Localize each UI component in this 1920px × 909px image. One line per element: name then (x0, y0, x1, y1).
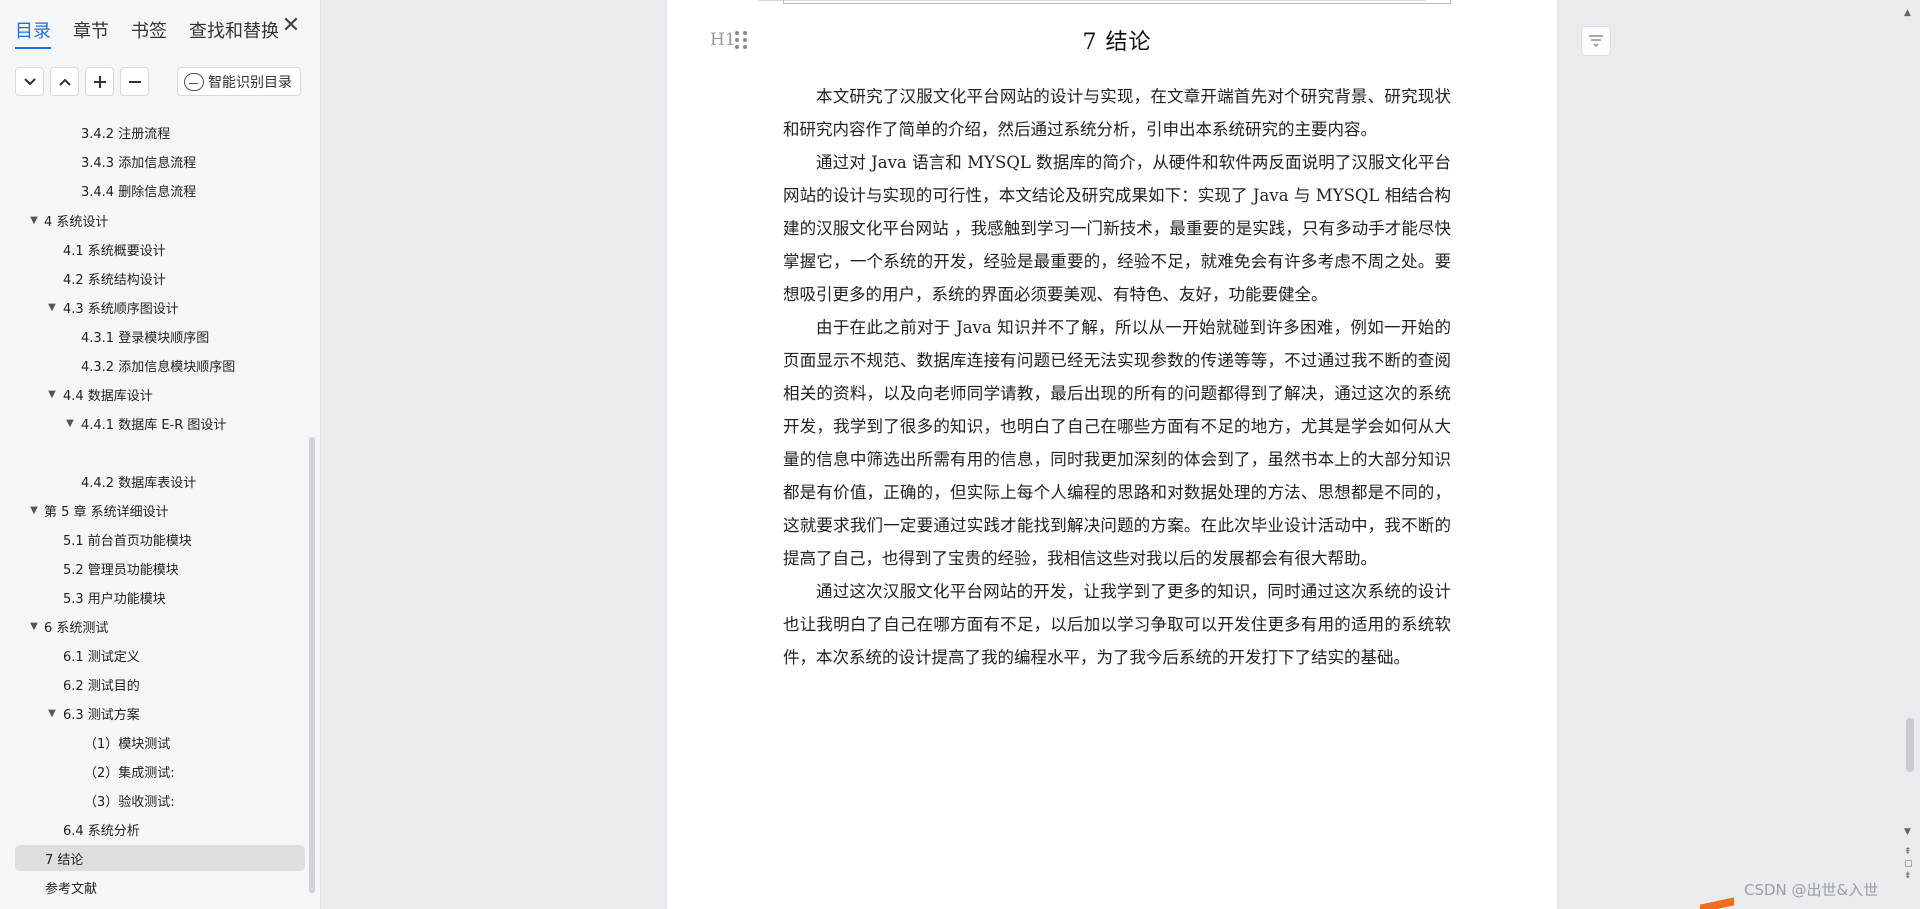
expand-arrow-icon[interactable]: ▼ (45, 708, 59, 719)
paragraph: 通过这次汉服文化平台网站的开发，让我学到了更多的知识，同时通过这次系统的设计也让… (783, 582, 1451, 667)
scroll-up-icon[interactable]: ▲ (1904, 8, 1911, 18)
toc-item[interactable]: （1）模块测试 (84, 729, 170, 755)
csdn-watermark: CSDN @出世&入世 (1744, 881, 1879, 899)
toc-toolbar (15, 67, 155, 96)
plus-icon (93, 75, 106, 88)
toc-item[interactable]: ▼ 4 系统设计 (27, 207, 108, 233)
toc-item[interactable]: ▼ 4.4 数据库设计 (45, 381, 153, 407)
toc-item[interactable]: 5.3 用户功能模块 (63, 584, 166, 610)
toc-item[interactable]: 3.4.3 添加信息流程 (81, 148, 196, 174)
document-scrollbar-thumb[interactable] (1906, 718, 1914, 772)
expand-arrow-icon[interactable]: ▼ (63, 418, 77, 429)
toc-item[interactable]: （3）验收测试: (84, 787, 175, 813)
expand-arrow-icon[interactable]: ▼ (45, 302, 59, 313)
toc-item[interactable]: 3.4.2 注册流程 (81, 119, 170, 145)
tab-find-replace[interactable]: 查找和替换 (189, 17, 279, 43)
toc-item[interactable]: 3.4.4 删除信息流程 (81, 177, 196, 203)
toc-item[interactable]: （2）集成测试: (84, 758, 175, 784)
toc-item[interactable]: 5.1 前台首页功能模块 (63, 526, 192, 552)
minus-icon (128, 80, 141, 83)
heading-level-indicator[interactable]: H1 (710, 30, 736, 50)
expand-all-button[interactable] (15, 67, 44, 96)
tab-chapters[interactable]: 章节 (73, 17, 109, 43)
sidebar-tabs: 目录 章节 书签 查找和替换 (15, 15, 301, 49)
paragraph: 本文研究了汉服文化平台网站的设计与实现，在文章开端首先对个研究背景、研究现状和研… (783, 87, 1451, 139)
tab-toc[interactable]: 目录 (15, 17, 51, 49)
remove-toc-item-button[interactable] (120, 67, 149, 96)
smart-toc-label: 智能识别目录 (208, 74, 292, 91)
drag-handle-icon[interactable] (735, 31, 749, 51)
chevron-down-icon (23, 77, 36, 85)
paragraph: 由于在此之前对于 Java 知识并不了解，所以从一开始就碰到许多困难，例如一开始… (783, 318, 1451, 568)
collapse-all-button[interactable] (50, 67, 79, 96)
expand-arrow-icon[interactable]: ▼ (45, 389, 59, 400)
paragraph: 通过对 Java 语言和 MYSQL 数据库的简介，从硬件和软件两反面说明了汉服… (783, 153, 1451, 304)
expand-arrow-icon[interactable]: ▼ (27, 621, 41, 632)
toc-item[interactable]: 4.3.2 添加信息模块顺序图 (81, 352, 235, 378)
filter-icon (1589, 35, 1603, 47)
tab-bookmarks[interactable]: 书签 (131, 17, 167, 43)
toc-sidebar: 目录 章节 书签 查找和替换 ✕ 智能识别目录 3.4.2 注册流程 3.4.3… (0, 0, 321, 909)
toc-item[interactable]: 6.1 测试定义 (63, 642, 140, 668)
scroll-down-icon[interactable]: ▼ (1904, 827, 1911, 837)
toc-item[interactable]: 4.1 系统概要设计 (63, 236, 166, 262)
toc-item[interactable]: ▼ 第 5 章 系统详细设计 (27, 497, 169, 523)
toc-item[interactable]: 5.2 管理员功能模块 (63, 555, 179, 581)
chevron-up-icon (58, 78, 71, 86)
toc-item[interactable]: 4.3.1 登录模块顺序图 (81, 323, 209, 349)
document-page: H1 7 结论 本文研究了汉服文化平台网站的设计与实现，在文章开端首先对个研究背… (666, 0, 1558, 909)
page-header-frame (783, 0, 1451, 4)
expand-arrow-icon[interactable]: ▼ (27, 215, 41, 226)
sidebar-scrollbar[interactable] (309, 437, 315, 893)
smart-recognize-icon (184, 72, 204, 91)
add-toc-item-button[interactable] (85, 67, 114, 96)
chapter-title: 7 结论 (1082, 30, 1152, 55)
page-nav-icons[interactable]: ⇞ ▢ ⇟ (1904, 846, 1913, 882)
toc-item[interactable]: 参考文献 (45, 874, 97, 900)
toc-item[interactable]: 4.4.2 数据库表设计 (81, 468, 196, 494)
toc-item-selected[interactable]: 7 结论 (15, 845, 305, 871)
smart-toc-button[interactable]: 智能识别目录 (177, 67, 301, 96)
toc-item[interactable]: ▼ 4.3 系统顺序图设计 (45, 294, 179, 320)
expand-arrow-icon[interactable]: ▼ (27, 505, 41, 516)
close-sidebar-icon[interactable]: ✕ (280, 15, 302, 38)
toc-item[interactable]: 6.4 系统分析 (63, 816, 140, 842)
toc-item[interactable]: 4.2 系统结构设计 (63, 265, 166, 291)
document-body: 本文研究了汉服文化平台网站的设计与实现，在文章开端首先对个研究背景、研究现状和研… (783, 80, 1451, 674)
toc-item[interactable]: ▼ 4.4.1 数据库 E-R 图设计 (63, 410, 226, 436)
toc-item[interactable]: ▼ 6.3 测试方案 (45, 700, 140, 726)
orange-decoration (1700, 897, 1734, 909)
toc-item[interactable]: ▼ 6 系统测试 (27, 613, 108, 639)
toc-item[interactable]: 6.2 测试目的 (63, 671, 140, 697)
comment-toggle-button[interactable] (1581, 26, 1611, 56)
